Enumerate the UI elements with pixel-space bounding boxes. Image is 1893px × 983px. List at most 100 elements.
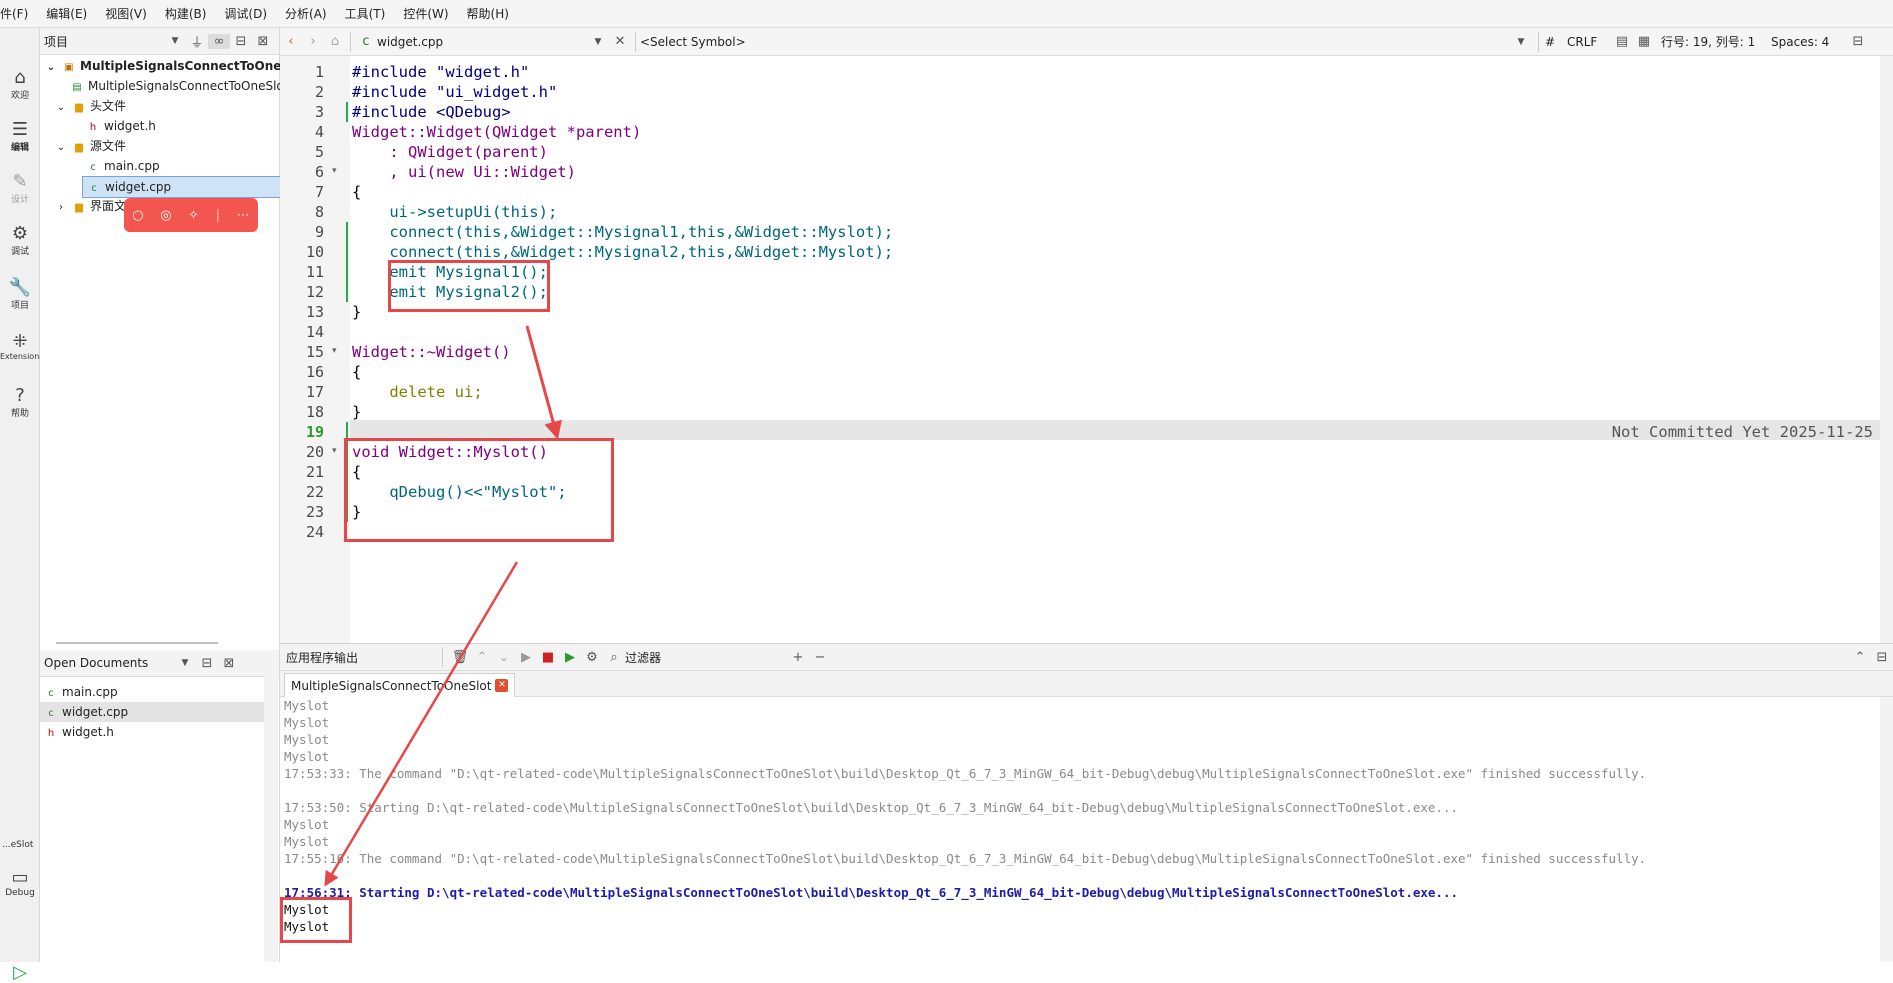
mode-help[interactable]: ? 帮助 bbox=[0, 386, 40, 420]
cursor-position[interactable]: 行号: 19, 列号: 1 bbox=[1655, 33, 1771, 50]
menu-view[interactable]: 视图(V) bbox=[96, 5, 156, 22]
code-editor[interactable]: 1 2 3 4 5 6 7 8 9 10 11 12 13 14 15 16 1… bbox=[280, 56, 1893, 643]
output-tab[interactable]: MultipleSignalsConnectToOneSlot ✕ bbox=[284, 673, 516, 697]
close-tab-icon[interactable]: ✕ bbox=[495, 679, 509, 692]
file-selector[interactable]: widget.cpp bbox=[377, 35, 587, 49]
open-documents-title[interactable]: Open Documents bbox=[40, 656, 174, 670]
lock-icon[interactable]: ⌂ bbox=[324, 34, 346, 49]
cpp-file-icon: c bbox=[48, 708, 54, 719]
tree-item-widget-h[interactable]: h widget.h bbox=[86, 116, 156, 136]
split-icon[interactable]: ⊟ bbox=[230, 34, 252, 49]
menu-tools[interactable]: 工具(T) bbox=[336, 5, 395, 22]
mode-projects[interactable]: 🔧 项目 bbox=[0, 278, 40, 312]
line-number: 15 bbox=[305, 343, 324, 361]
cpp-file-icon: c bbox=[48, 688, 54, 699]
horizontal-scrollbar[interactable] bbox=[56, 642, 218, 644]
output-line: 17:53:50: Starting D:\qt-related-code\Mu… bbox=[284, 800, 1458, 815]
line-number: 24 bbox=[305, 523, 324, 541]
output-pane-title[interactable]: 应用程序输出 bbox=[280, 649, 436, 666]
target-selector[interactable]: ...eSlot bbox=[0, 840, 42, 850]
menu-build[interactable]: 构建(B) bbox=[156, 5, 216, 22]
fold-marker-icon[interactable]: ▾ bbox=[332, 446, 337, 456]
more-icon[interactable]: ⋯ bbox=[237, 208, 250, 223]
chevron-down-icon[interactable]: ▼ bbox=[587, 37, 609, 47]
code-line: } bbox=[352, 303, 362, 321]
menu-analyze[interactable]: 分析(A) bbox=[276, 5, 336, 22]
mode-debug[interactable]: ⚙ 调试 bbox=[0, 224, 40, 258]
debug-run-icon[interactable]: ▶ bbox=[559, 650, 581, 665]
fold-marker-icon[interactable]: ▾ bbox=[332, 346, 337, 356]
code-line: #include "widget.h" bbox=[352, 63, 530, 81]
mode-welcome[interactable]: ⌂ 欢迎 bbox=[0, 68, 40, 102]
ai-icon[interactable]: ◎ bbox=[160, 208, 171, 223]
chevron-down-icon: ⌄ bbox=[56, 142, 66, 153]
symbol-selector[interactable]: <Select Symbol> bbox=[640, 35, 1510, 49]
hash-button[interactable]: # bbox=[1545, 35, 1567, 49]
vertical-scrollbar[interactable] bbox=[264, 676, 278, 962]
encoding-icon[interactable]: ▤ bbox=[1611, 34, 1633, 49]
add-icon[interactable]: + bbox=[787, 650, 809, 665]
line-number: 11 bbox=[305, 263, 324, 281]
menu-file[interactable]: 件(F) bbox=[0, 5, 37, 22]
minus-icon[interactable]: − bbox=[809, 650, 831, 665]
chevron-down-icon[interactable]: ▼ bbox=[1510, 37, 1532, 47]
indentation-setting[interactable]: Spaces: 4 bbox=[1771, 35, 1847, 49]
mode-edit[interactable]: ☰ 编辑 bbox=[0, 120, 40, 154]
kit-selector[interactable]: ▭ Debug bbox=[0, 868, 40, 899]
tree-item-project[interactable]: ⌄ ▣ MultipleSignalsConnectToOneSlot bbox=[44, 56, 308, 76]
chevron-right-icon: › bbox=[59, 202, 63, 213]
menu-help[interactable]: 帮助(H) bbox=[458, 5, 518, 22]
tree-item-sources[interactable]: ⌄ ▆ 源文件 bbox=[54, 136, 126, 156]
stop-icon[interactable]: ■ bbox=[537, 650, 559, 665]
code-line: } bbox=[352, 403, 362, 421]
close-pane-icon[interactable]: ⊟ bbox=[1871, 650, 1893, 665]
tree-item-headers[interactable]: ⌄ ▆ 头文件 bbox=[54, 96, 126, 116]
run-icon[interactable]: ▷ bbox=[0, 962, 40, 983]
forward-icon[interactable]: › bbox=[302, 34, 324, 49]
menu-edit[interactable]: 编辑(E) bbox=[37, 5, 96, 22]
settings-icon[interactable]: ⚙ bbox=[581, 650, 603, 665]
application-output[interactable]: Myslot Myslot Myslot Myslot 17:53:33: Th… bbox=[280, 697, 1893, 962]
open-doc-widget-cpp[interactable]: c widget.cpp bbox=[40, 702, 266, 722]
line-ending-selector[interactable]: CRLF bbox=[1567, 35, 1611, 49]
filter-icon[interactable]: ⏚ bbox=[186, 32, 208, 51]
chevron-down-icon[interactable]: ⌄ bbox=[493, 650, 515, 665]
mode-extensions[interactable]: ⁜ Extensions bbox=[0, 332, 43, 362]
split-icon[interactable]: ⊟ bbox=[1847, 34, 1869, 49]
chevron-down-icon[interactable]: ▼ bbox=[174, 658, 196, 668]
editor-toolbar: ‹ › ⌂ c widget.cpp ▼ ✕ <Select Symbol> ▼… bbox=[280, 28, 1893, 56]
output-filter-input[interactable]: 过滤器 bbox=[625, 649, 787, 666]
code-line: #include <QDebug> bbox=[352, 103, 511, 121]
tree-item-pro-file[interactable]: ▤ MultipleSignalsConnectToOneSlot.pro bbox=[70, 76, 312, 96]
vertical-scrollbar[interactable] bbox=[1880, 697, 1893, 962]
chevron-up-icon[interactable]: ⌃ bbox=[1849, 650, 1871, 665]
header-file-icon: h bbox=[89, 122, 97, 133]
clear-icon[interactable]: 🗑 bbox=[449, 650, 471, 665]
menu-widgets[interactable]: 控件(W) bbox=[394, 5, 457, 22]
play-icon[interactable]: ▶ bbox=[515, 650, 537, 665]
line-number: 20 bbox=[305, 443, 324, 461]
open-doc-main-cpp[interactable]: c main.cpp bbox=[44, 682, 117, 702]
menu-debug[interactable]: 调试(D) bbox=[215, 5, 276, 22]
link-icon[interactable]: ∞ bbox=[208, 33, 230, 49]
split-icon[interactable]: ⊟ bbox=[196, 656, 218, 671]
line-number: 23 bbox=[305, 503, 324, 521]
line-number: 12 bbox=[305, 283, 324, 301]
close-pane-icon[interactable]: ⊠ bbox=[252, 34, 274, 49]
mode-design[interactable]: ✎ 设计 bbox=[0, 172, 40, 206]
document-icon[interactable]: ▦ bbox=[1633, 34, 1655, 49]
view-selector[interactable]: 项目 bbox=[40, 33, 164, 50]
chevron-up-icon[interactable]: ⌃ bbox=[471, 650, 493, 665]
vertical-scrollbar[interactable] bbox=[1880, 56, 1893, 643]
chevron-down-icon[interactable]: ▼ bbox=[164, 36, 186, 46]
back-icon[interactable]: ‹ bbox=[280, 34, 302, 49]
magic-wand-icon[interactable]: ✧ bbox=[188, 208, 199, 223]
code-line: , ui(new Ui::Widget) bbox=[352, 163, 576, 181]
close-pane-icon[interactable]: ⊠ bbox=[218, 656, 240, 671]
tree-item-main-cpp[interactable]: c main.cpp bbox=[86, 156, 159, 176]
close-icon[interactable]: ✕ bbox=[609, 34, 631, 49]
fold-marker-icon[interactable]: ▾ bbox=[332, 166, 337, 176]
tree-item-widget-cpp[interactable]: c widget.cpp bbox=[82, 176, 286, 198]
open-doc-widget-h[interactable]: h widget.h bbox=[44, 722, 114, 742]
search-icon[interactable]: ○ bbox=[132, 208, 143, 223]
